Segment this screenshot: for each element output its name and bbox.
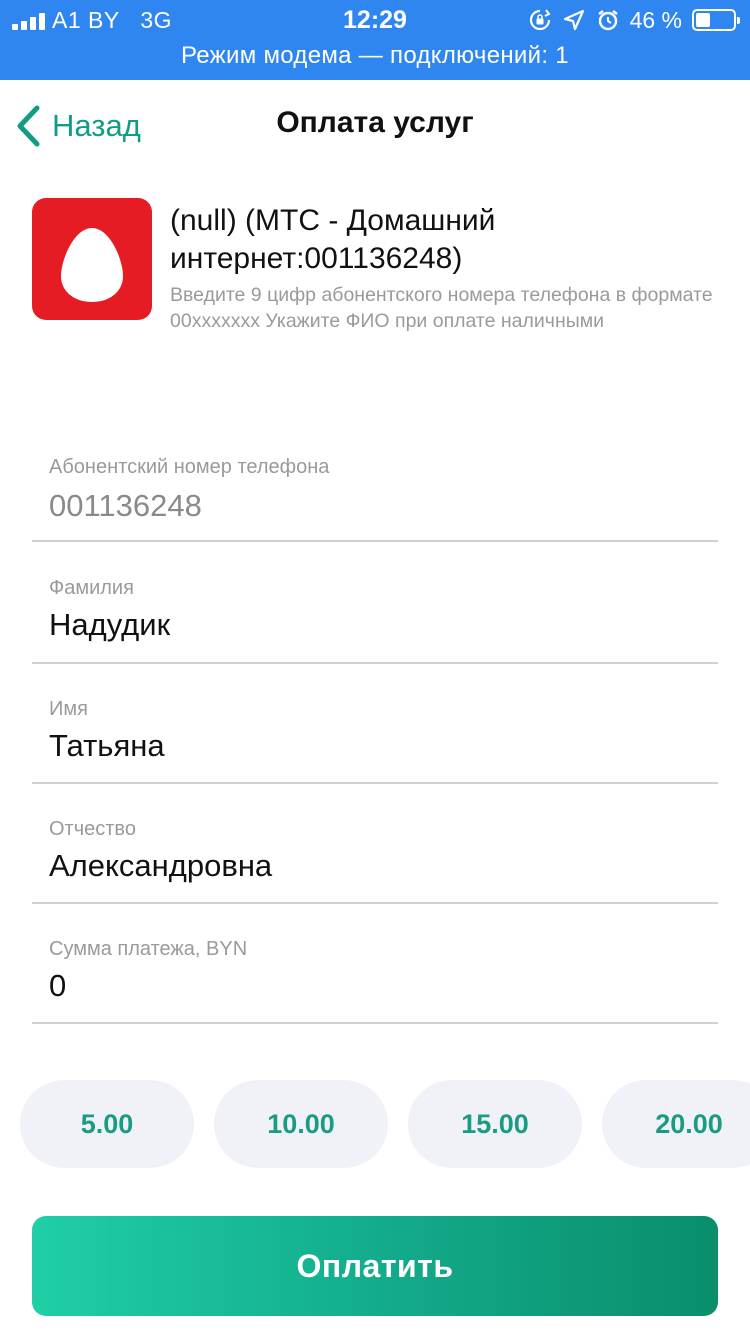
amount-field-label: Сумма платежа, BYN — [49, 938, 248, 960]
quick-amount-chip[interactable]: 15.00 — [408, 1080, 582, 1168]
quick-amount-chip[interactable]: 10.00 — [214, 1080, 388, 1168]
quick-amounts: 5.00 10.00 15.00 20.00 — [0, 1080, 750, 1170]
amount-field[interactable]: Сумма платежа, BYN 0 — [32, 904, 718, 1024]
first-name-field-label: Имя — [49, 698, 88, 720]
status-bar: A1 BY 3G 12:29 46 % Режим модема — подкл… — [0, 0, 750, 80]
status-bar-row: A1 BY 3G 12:29 46 % — [0, 0, 750, 40]
orientation-lock-icon — [529, 9, 551, 31]
provider-name: (null) (МТС - Домашний интернет:00113624… — [170, 204, 496, 275]
quick-amount-chip[interactable]: 5.00 — [20, 1080, 194, 1168]
hotspot-banner[interactable]: Режим модема — подключений: 1 — [0, 42, 750, 70]
battery-cap — [737, 17, 740, 24]
patronymic-field-label: Отчество — [49, 818, 136, 840]
last-name-field[interactable]: Фамилия Надудик — [32, 543, 718, 664]
first-name-field[interactable]: Имя Татьяна — [32, 664, 718, 784]
page-title: Оплата услуг — [276, 106, 474, 139]
location-icon — [563, 9, 584, 31]
phone-field-label: Абонентский номер телефона — [49, 456, 330, 478]
mts-egg-logo-icon — [32, 198, 152, 320]
first-name-field-value: Татьяна — [49, 728, 165, 763]
battery-fill — [696, 13, 711, 27]
last-name-field-value: Надудик — [49, 607, 171, 642]
status-bar-right: 46 % — [528, 6, 740, 34]
navigation-bar: Назад Оплата услуг — [0, 80, 750, 172]
phone-field[interactable]: Абонентский номер телефона 001136248 — [32, 422, 718, 542]
battery-icon — [692, 9, 740, 31]
phone-field-value: 001136248 — [49, 488, 202, 523]
patronymic-field[interactable]: Отчество Александровна — [32, 784, 718, 904]
quick-amount-chip[interactable]: 20.00 — [602, 1080, 750, 1168]
pay-button[interactable]: Оплатить — [32, 1216, 718, 1316]
alarm-icon — [597, 10, 618, 31]
amount-field-value: 0 — [49, 968, 67, 1003]
battery-percentage: 46 % — [629, 6, 682, 33]
last-name-field-label: Фамилия — [49, 577, 134, 599]
patronymic-field-value: Александровна — [49, 848, 273, 883]
provider-hint: Введите 9 цифр абонентского номера телеф… — [170, 284, 713, 332]
egg-shape — [61, 228, 123, 302]
